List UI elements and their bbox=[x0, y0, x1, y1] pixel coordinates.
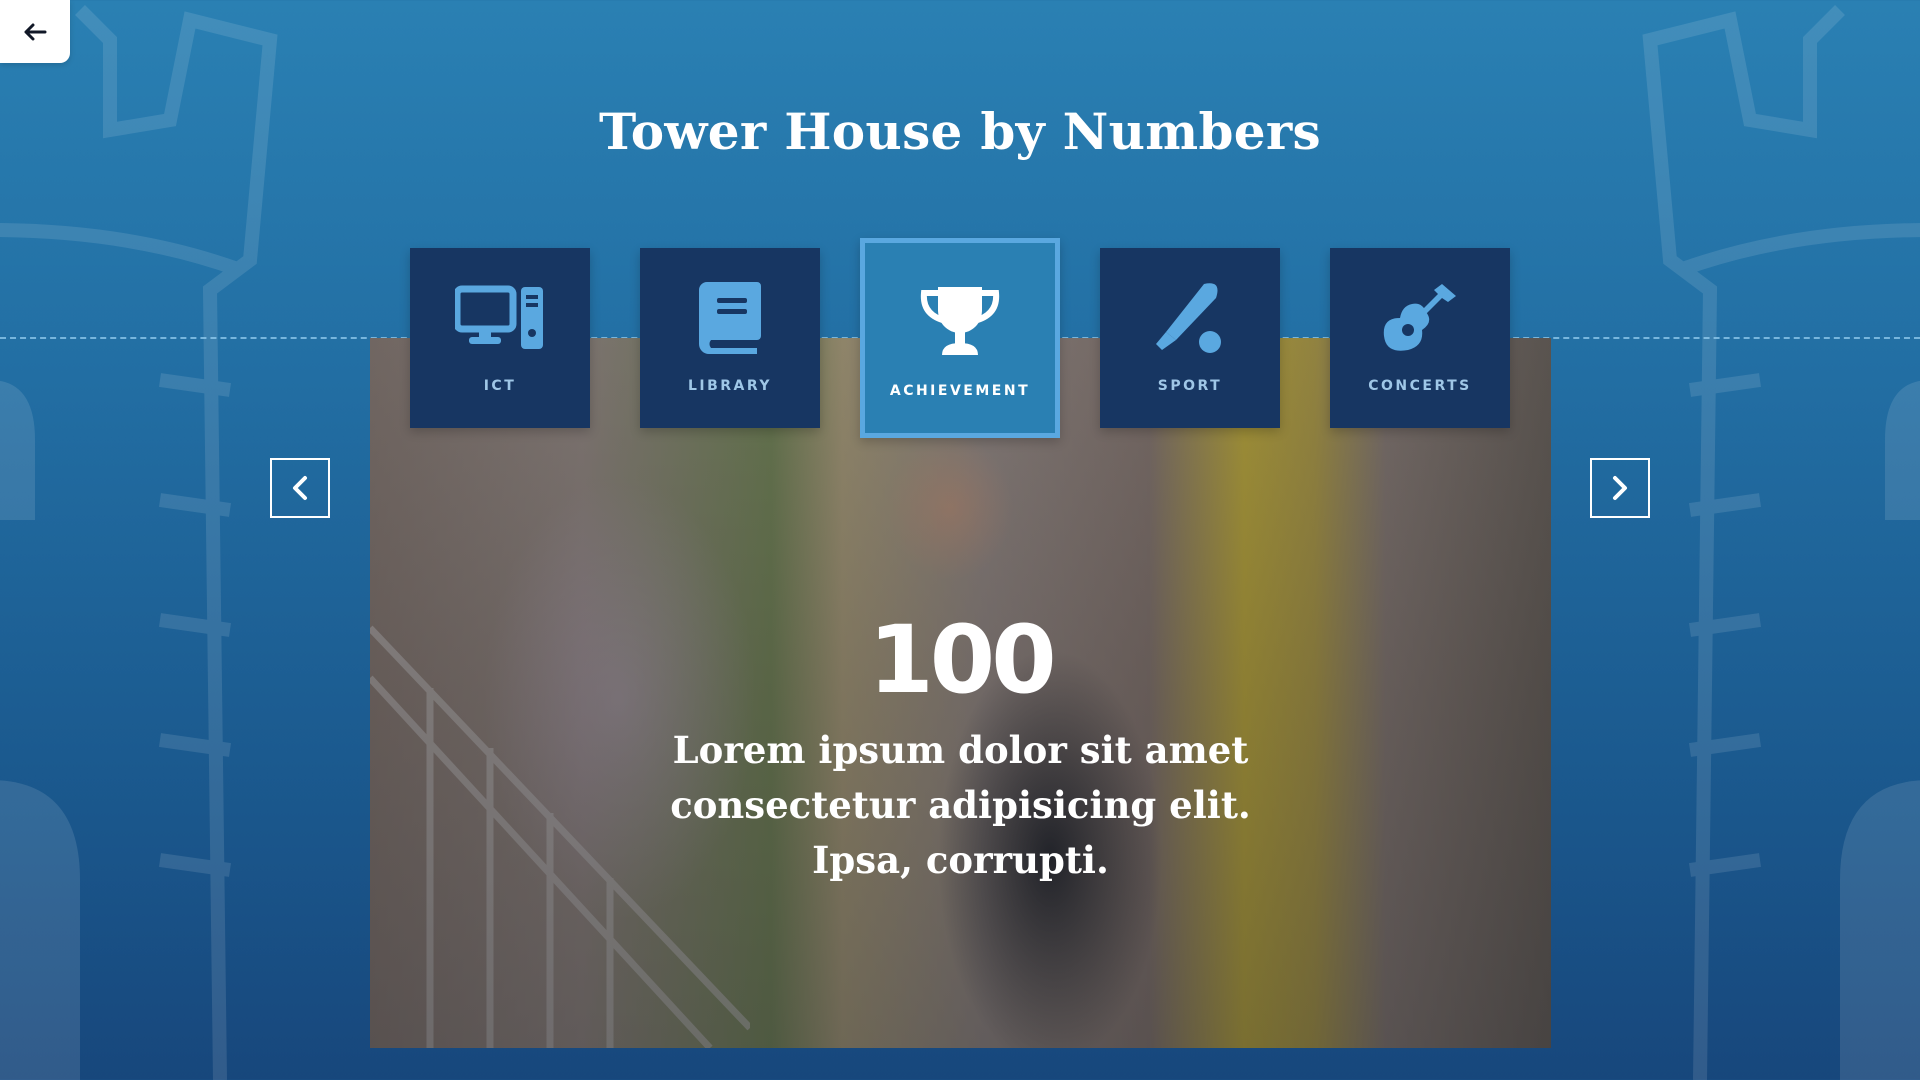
tab-ict[interactable]: ICT bbox=[410, 248, 590, 428]
previous-slide-button[interactable] bbox=[270, 458, 330, 518]
arrow-left-icon bbox=[24, 23, 47, 40]
guitar-icon bbox=[1383, 284, 1456, 351]
page-title: Tower House by Numbers bbox=[599, 102, 1321, 161]
chevron-left-icon bbox=[293, 476, 307, 500]
baseball-icon bbox=[1156, 283, 1221, 353]
tab-label: LIBRARY bbox=[687, 378, 773, 394]
tower-background-right bbox=[1642, 5, 1920, 1080]
stat-number: 100 bbox=[868, 606, 1056, 715]
trophy-icon bbox=[920, 287, 1000, 355]
tab-label: SPORT bbox=[1157, 378, 1223, 394]
tab-concerts[interactable]: CONCERTS bbox=[1330, 248, 1510, 428]
tab-sport[interactable]: SPORT bbox=[1100, 248, 1280, 428]
slide-photo: 100 Lorem ipsum dolor sit amet consectet… bbox=[370, 338, 1551, 1048]
chevron-right-icon bbox=[1613, 476, 1627, 500]
tab-label: CONCERTS bbox=[1368, 378, 1472, 394]
tab-label: ICT bbox=[483, 378, 517, 394]
tab-label: ACHIEVEMENT bbox=[889, 383, 1031, 399]
next-slide-button[interactable] bbox=[1590, 458, 1650, 518]
computer-icon bbox=[455, 285, 543, 349]
tab-library[interactable]: LIBRARY bbox=[640, 248, 820, 428]
stat-description: Lorem ipsum dolor sit amet consectetur a… bbox=[670, 728, 1251, 882]
tab-achievement[interactable]: ACHIEVEMENT bbox=[860, 238, 1060, 438]
book-icon bbox=[699, 282, 761, 354]
tower-background-left bbox=[0, 5, 278, 1080]
back-button[interactable] bbox=[0, 0, 70, 63]
